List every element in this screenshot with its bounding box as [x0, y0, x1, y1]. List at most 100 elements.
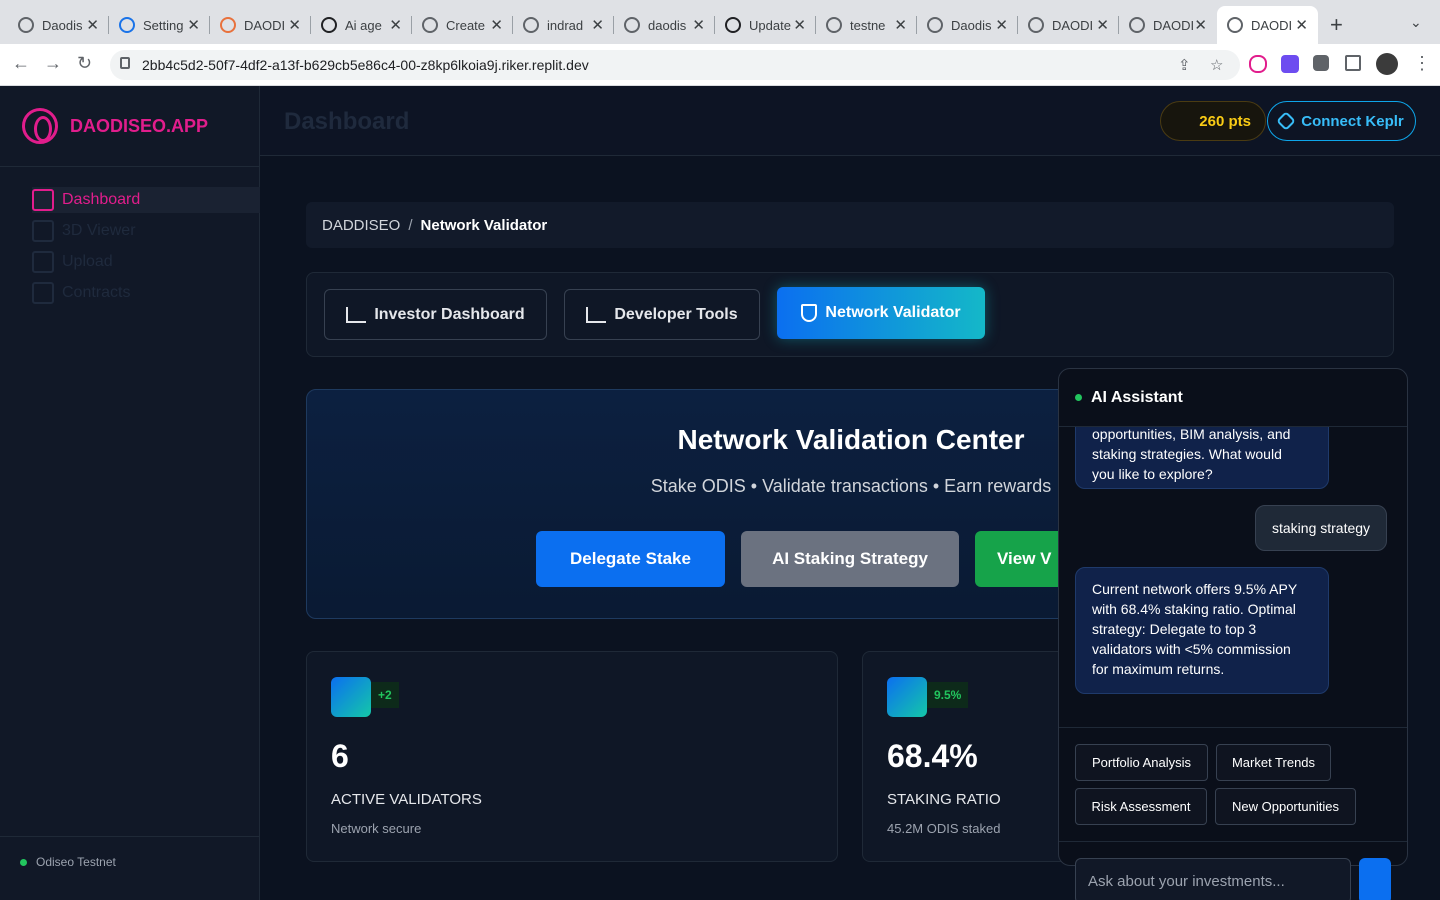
- browser-tab[interactable]: Daodis ✕: [917, 6, 1018, 44]
- chat-messages[interactable]: opportunities, BIM analysis, and staking…: [1059, 427, 1407, 727]
- button-label: Delegate Stake: [570, 549, 691, 568]
- back-icon[interactable]: ←: [12, 53, 30, 74]
- tab-network-validator[interactable]: Network Validator: [777, 287, 985, 339]
- close-icon[interactable]: ✕: [995, 16, 1008, 34]
- forward-icon[interactable]: →: [44, 53, 62, 74]
- button-label: AI Staking Strategy: [772, 549, 928, 568]
- tab-favicon-icon: [321, 17, 337, 33]
- browser-tab-bar: Daodis ✕ Setting ✕ DAODI ✕ Ai age ✕ Create ✕ …: [0, 0, 1440, 44]
- send-button[interactable]: [1359, 858, 1391, 900]
- stat-icon: [887, 677, 927, 717]
- stat-card-active-validators: +2 6 ACTIVE VALIDATORS Network secure: [306, 651, 838, 862]
- tab-favicon-icon: [422, 17, 438, 33]
- points-badge[interactable]: 260 pts: [1160, 101, 1266, 141]
- tab-title: DAODI: [1052, 17, 1094, 33]
- chevron-down-icon[interactable]: ⌄: [1410, 14, 1422, 31]
- logo-text: DAODISEO.APP: [70, 115, 209, 136]
- close-icon[interactable]: ✕: [793, 16, 806, 34]
- quick-action-risk-assessment[interactable]: Risk Assessment: [1075, 788, 1207, 825]
- new-tab-icon[interactable]: +: [1330, 12, 1343, 38]
- tab-title: Update: [749, 17, 791, 33]
- close-icon[interactable]: ✕: [591, 16, 604, 34]
- stat-value: 68.4%: [887, 738, 978, 774]
- reload-icon[interactable]: ↻: [77, 53, 92, 74]
- close-icon[interactable]: ✕: [894, 16, 907, 34]
- address-bar[interactable]: 2bb4c5d2-50f7-4df2-a13f-b629cb5e86c4-00-…: [110, 50, 1240, 80]
- bookmark-star-icon[interactable]: ☆: [1210, 56, 1223, 74]
- stat-note: Network secure: [331, 821, 422, 836]
- tab-developer-tools[interactable]: Developer Tools: [564, 289, 760, 340]
- close-icon[interactable]: ✕: [288, 16, 301, 34]
- browser-tab[interactable]: Daodis ✕: [8, 6, 109, 44]
- close-icon[interactable]: ✕: [692, 16, 705, 34]
- chip-label: New Opportunities: [1232, 799, 1339, 814]
- ai-staking-strategy-button[interactable]: AI Staking Strategy: [741, 531, 959, 587]
- browser-tab[interactable]: DAODI ✕: [210, 6, 311, 44]
- close-icon[interactable]: ✕: [389, 16, 402, 34]
- message-text: staking strategy: [1272, 520, 1371, 536]
- ai-assistant-title: AI Assistant: [1091, 388, 1183, 406]
- tab-title: DAODI: [1153, 17, 1195, 33]
- tab-label: Investor Dashboard: [374, 305, 525, 323]
- document-icon: [32, 282, 54, 304]
- kebab-menu-icon[interactable]: ⋮: [1413, 53, 1431, 74]
- close-icon[interactable]: ✕: [1295, 16, 1308, 34]
- tab-investor-dashboard[interactable]: Investor Dashboard: [324, 289, 547, 340]
- globe-icon: [1227, 17, 1243, 33]
- stat-note: 45.2M ODIS staked: [887, 821, 1001, 836]
- link-icon: [1276, 111, 1297, 131]
- close-icon[interactable]: ✕: [1096, 16, 1109, 34]
- stat-label: STAKING RATIO: [887, 791, 1001, 808]
- sidebar-item-label: Dashboard: [62, 191, 141, 208]
- tab-title: indrad: [547, 17, 584, 33]
- connect-keplr-button[interactable]: Connect Keplr: [1267, 101, 1416, 141]
- puzzle-icon[interactable]: [1313, 55, 1329, 71]
- grid-icon: [32, 189, 54, 211]
- browser-tab[interactable]: daodis ✕: [614, 6, 715, 44]
- sidebar-item-label: Contracts: [62, 284, 131, 301]
- browser-tab[interactable]: testne ✕: [816, 6, 917, 44]
- sidebar-footer: Odiseo Testnet: [0, 836, 260, 900]
- sidebar-item-label: Upload: [62, 253, 113, 270]
- close-icon[interactable]: ✕: [86, 16, 99, 34]
- keplr-extension-icon[interactable]: [1281, 55, 1299, 73]
- breadcrumb-root[interactable]: DADDISEO: [322, 217, 400, 234]
- bot-message: opportunities, BIM analysis, and staking…: [1075, 427, 1329, 489]
- side-panel-icon[interactable]: [1345, 55, 1361, 71]
- close-icon[interactable]: ✕: [1194, 16, 1207, 34]
- delegate-stake-button[interactable]: Delegate Stake: [536, 531, 725, 587]
- gear-icon: [119, 17, 135, 33]
- sidebar-item-contracts[interactable]: Contracts: [32, 280, 130, 306]
- browser-tab[interactable]: indrad ✕: [513, 6, 614, 44]
- close-icon[interactable]: ✕: [187, 16, 200, 34]
- chat-input[interactable]: Ask about your investments...: [1075, 858, 1351, 900]
- quick-action-new-opportunities[interactable]: New Opportunities: [1215, 788, 1356, 825]
- message-line: opportunities, BIM analysis, and: [1092, 427, 1291, 442]
- browser-tab[interactable]: Setting ✕: [109, 6, 210, 44]
- sidebar-item-upload[interactable]: Upload: [32, 249, 113, 275]
- sidebar-item-3d-viewer[interactable]: 3D Viewer: [32, 218, 136, 244]
- top-bar: Dashboard 260 pts Connect Keplr: [260, 86, 1440, 156]
- message-line: staking strategies. What would: [1092, 446, 1282, 462]
- extension-icon[interactable]: [1249, 55, 1267, 73]
- globe-icon: [927, 17, 943, 33]
- avatar[interactable]: [1376, 53, 1398, 75]
- sidebar-item-dashboard[interactable]: Dashboard: [32, 187, 260, 213]
- shield-icon: [801, 304, 818, 322]
- logo-icon: [22, 108, 58, 144]
- browser-tab[interactable]: Create ✕: [412, 6, 513, 44]
- share-icon[interactable]: ⇪: [1178, 56, 1191, 74]
- quick-action-market-trends[interactable]: Market Trends: [1216, 744, 1331, 781]
- browser-tab[interactable]: DAODI ✕: [1119, 6, 1217, 44]
- online-dot-icon: [1075, 394, 1082, 401]
- quick-action-portfolio-analysis[interactable]: Portfolio Analysis: [1075, 744, 1208, 781]
- browser-tab[interactable]: Update ✕: [715, 6, 816, 44]
- logo[interactable]: DAODISEO.APP: [22, 108, 208, 144]
- browser-tab[interactable]: Ai age ✕: [311, 6, 412, 44]
- browser-tab[interactable]: DAODI ✕: [1018, 6, 1119, 44]
- message-line: validators with <5% commission: [1092, 641, 1291, 657]
- github-icon: [624, 17, 640, 33]
- network-status: Odiseo Testnet: [20, 855, 116, 869]
- browser-tab-active[interactable]: DAODI ✕: [1217, 6, 1318, 44]
- close-icon[interactable]: ✕: [490, 16, 503, 34]
